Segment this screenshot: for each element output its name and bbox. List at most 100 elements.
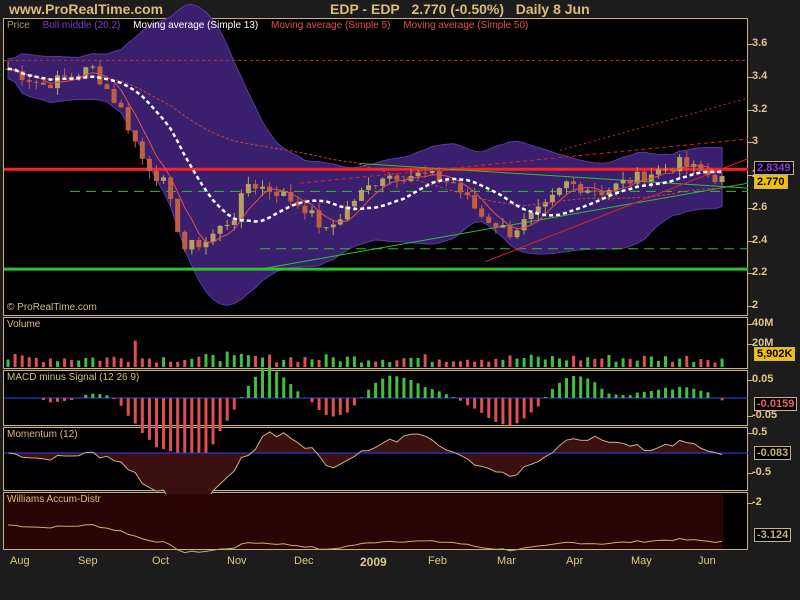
macd-bar [706,392,710,398]
volume-bar [218,361,222,367]
candle-body [260,186,266,189]
volume-bar [77,360,81,367]
macd-bar [98,394,102,398]
volume-bar [706,360,710,367]
macd-bar [324,398,328,416]
volume-bar [140,358,144,367]
macd-bar [473,398,477,409]
legend-ma5: Moving average (Simple 5) [271,20,391,31]
macd-bar [289,384,293,398]
macd-bar [402,377,406,398]
macd-bar [218,398,222,432]
candle-body [97,66,103,85]
volume-bar [713,362,717,367]
volume-bar [572,355,576,367]
legend-boll: Boll middle (20,2) [42,20,121,31]
volume-bar [126,361,130,367]
volume-bar [253,355,257,367]
macd-bar [720,398,724,401]
bollinger-band [7,3,723,306]
macd-bar [565,378,569,398]
macd-bar [190,398,194,456]
macd-bar [699,390,703,398]
volume-bar [607,354,611,367]
candle-body [132,130,138,142]
volume-bar [565,360,569,367]
volume-bar [586,357,590,367]
macd-bar [112,398,116,400]
volume-bar [473,361,477,367]
macd-bar [176,398,180,454]
volume-bar [381,359,385,367]
macd-bar [310,398,314,403]
macd-bar [381,378,385,398]
candle-body [479,208,485,217]
candle-body [224,224,230,226]
volume-bar [494,358,498,367]
volume-bar [225,351,229,367]
candle-body [549,194,555,203]
candle-body [146,158,152,172]
macd-bar [543,397,547,398]
candle-body [380,178,386,186]
candle-body [231,220,237,225]
volume-bar [720,358,724,367]
macd-bar [423,387,427,398]
volume-title: Volume [7,319,41,330]
macd-bar [664,387,668,398]
candle-body [238,193,244,221]
volume-bar [176,361,180,367]
macd-bar [204,398,208,455]
volume-bar [261,357,265,367]
volume-bar [13,353,17,367]
volume-bar [211,354,215,367]
volume-bar [423,354,427,367]
volume-bar [451,361,455,367]
volume-bar [557,358,561,367]
volume-bar [649,356,653,367]
macd-bar [345,398,349,413]
macd-bar [91,393,95,398]
candle-body [415,172,421,177]
macd-bar [466,398,470,406]
volume-bar [522,358,526,367]
candle-body [118,102,124,108]
candle-body [500,225,506,228]
macd-bar [84,394,88,398]
volume-bar [268,354,272,367]
volume-bar [324,354,328,367]
candle-body [54,75,60,89]
candle-body [309,210,315,214]
momentum-last-tag: -0.083 [754,446,792,460]
macd-bar [635,392,639,398]
candle-body [387,175,393,179]
volume-bar [593,358,597,367]
macd-bar [296,391,300,398]
macd-bar [183,398,187,456]
candle-body [182,231,188,250]
candle-body [217,225,223,234]
macd-bar [656,389,660,398]
legend-ma13: Moving average (Simple 13) [133,20,259,31]
candle-body [712,174,718,183]
volume-bar [642,355,646,367]
macd-bar [119,398,123,406]
volume-bar [515,358,519,367]
candle-body [245,183,251,194]
volume-bar [671,361,675,367]
volume-bar [190,358,194,367]
macd-bar [416,383,420,398]
macd-bar [239,397,243,398]
last-price-tag: 2.770 [754,175,788,189]
macd-bar [586,378,590,398]
macd-bar [63,398,67,401]
candle-body [457,183,463,193]
candle-body [76,76,82,78]
volume-bar [402,358,406,367]
macd-bar [501,398,505,425]
macd-bar [225,398,229,421]
macd-bar [126,398,130,416]
volume-bar [635,360,639,367]
candle-body [486,216,492,224]
volume-last-tag: 5,902K [754,347,796,361]
